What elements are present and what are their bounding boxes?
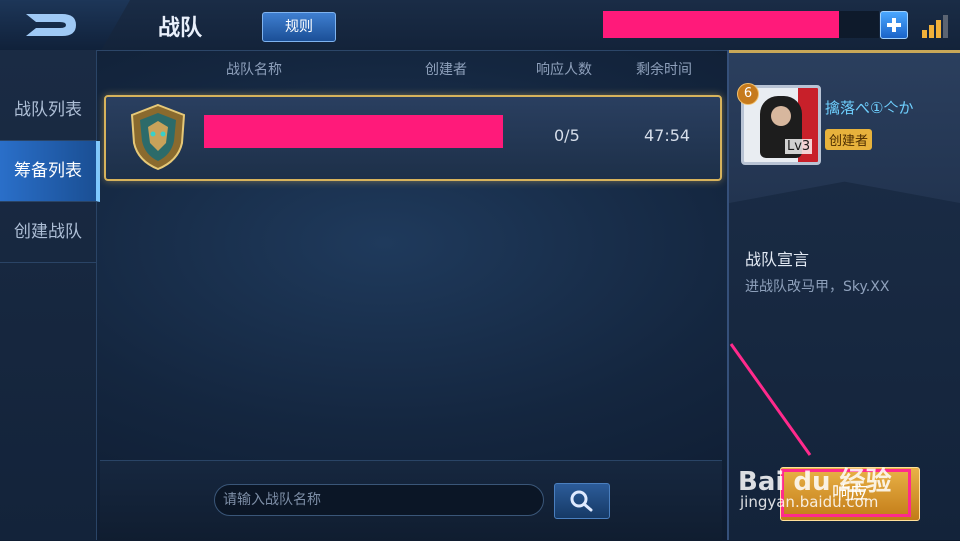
column-header-team-name: 战队名称 — [226, 62, 282, 78]
search-input[interactable] — [214, 484, 544, 516]
back-button[interactable] — [0, 0, 130, 50]
team-list-panel: 战队名称 创建者 响应人数 剩余时间 0/5 47:54 — [100, 50, 726, 460]
sidebar: 战队列表 筹备列表 创建战队 — [0, 50, 100, 540]
sidebar-item-preparation-list[interactable]: 筹备列表 — [0, 141, 100, 202]
creator-name: 擒落ぺ①亽か — [825, 99, 914, 117]
top-bar: 战队 规则 — [0, 0, 960, 51]
column-header-time-remaining: 剩余时间 — [636, 62, 692, 78]
time-remaining: 47:54 — [644, 126, 691, 145]
add-currency-button[interactable] — [880, 11, 908, 39]
response-count: 0/5 — [554, 126, 580, 145]
search-bar — [100, 460, 722, 541]
sidebar-item-team-list[interactable]: 战队列表 — [0, 80, 96, 141]
search-button[interactable] — [554, 483, 610, 519]
player-level: Lv3 — [785, 139, 813, 154]
currency-bar-end — [839, 11, 879, 38]
sidebar-item-create-team[interactable]: 创建战队 — [0, 202, 96, 263]
signal-icon — [922, 14, 948, 38]
declaration-text: 进战队改马甲，Sky.XX — [745, 279, 890, 295]
team-emblem-icon — [126, 103, 190, 171]
search-icon — [570, 490, 593, 512]
column-header-response-count: 响应人数 — [536, 62, 592, 78]
back-arrow-icon — [26, 14, 76, 36]
redacted-team-name — [204, 115, 503, 148]
rules-button[interactable]: 规则 — [262, 12, 336, 42]
creator-badge: 创建者 — [825, 129, 873, 150]
watermark-url: jingyan.baidu.com — [740, 493, 879, 511]
declaration-title: 战队宣言 — [745, 250, 810, 269]
creator-card: 6 Lv3 擒落ぺ①亽か 创建者 — [729, 50, 960, 203]
level-badge: 6 — [737, 83, 759, 105]
column-header-creator: 创建者 — [425, 62, 467, 78]
redacted-currency-bar — [603, 11, 839, 38]
table-row[interactable]: 0/5 47:54 — [104, 95, 722, 181]
page-title: 战队 — [158, 16, 203, 41]
